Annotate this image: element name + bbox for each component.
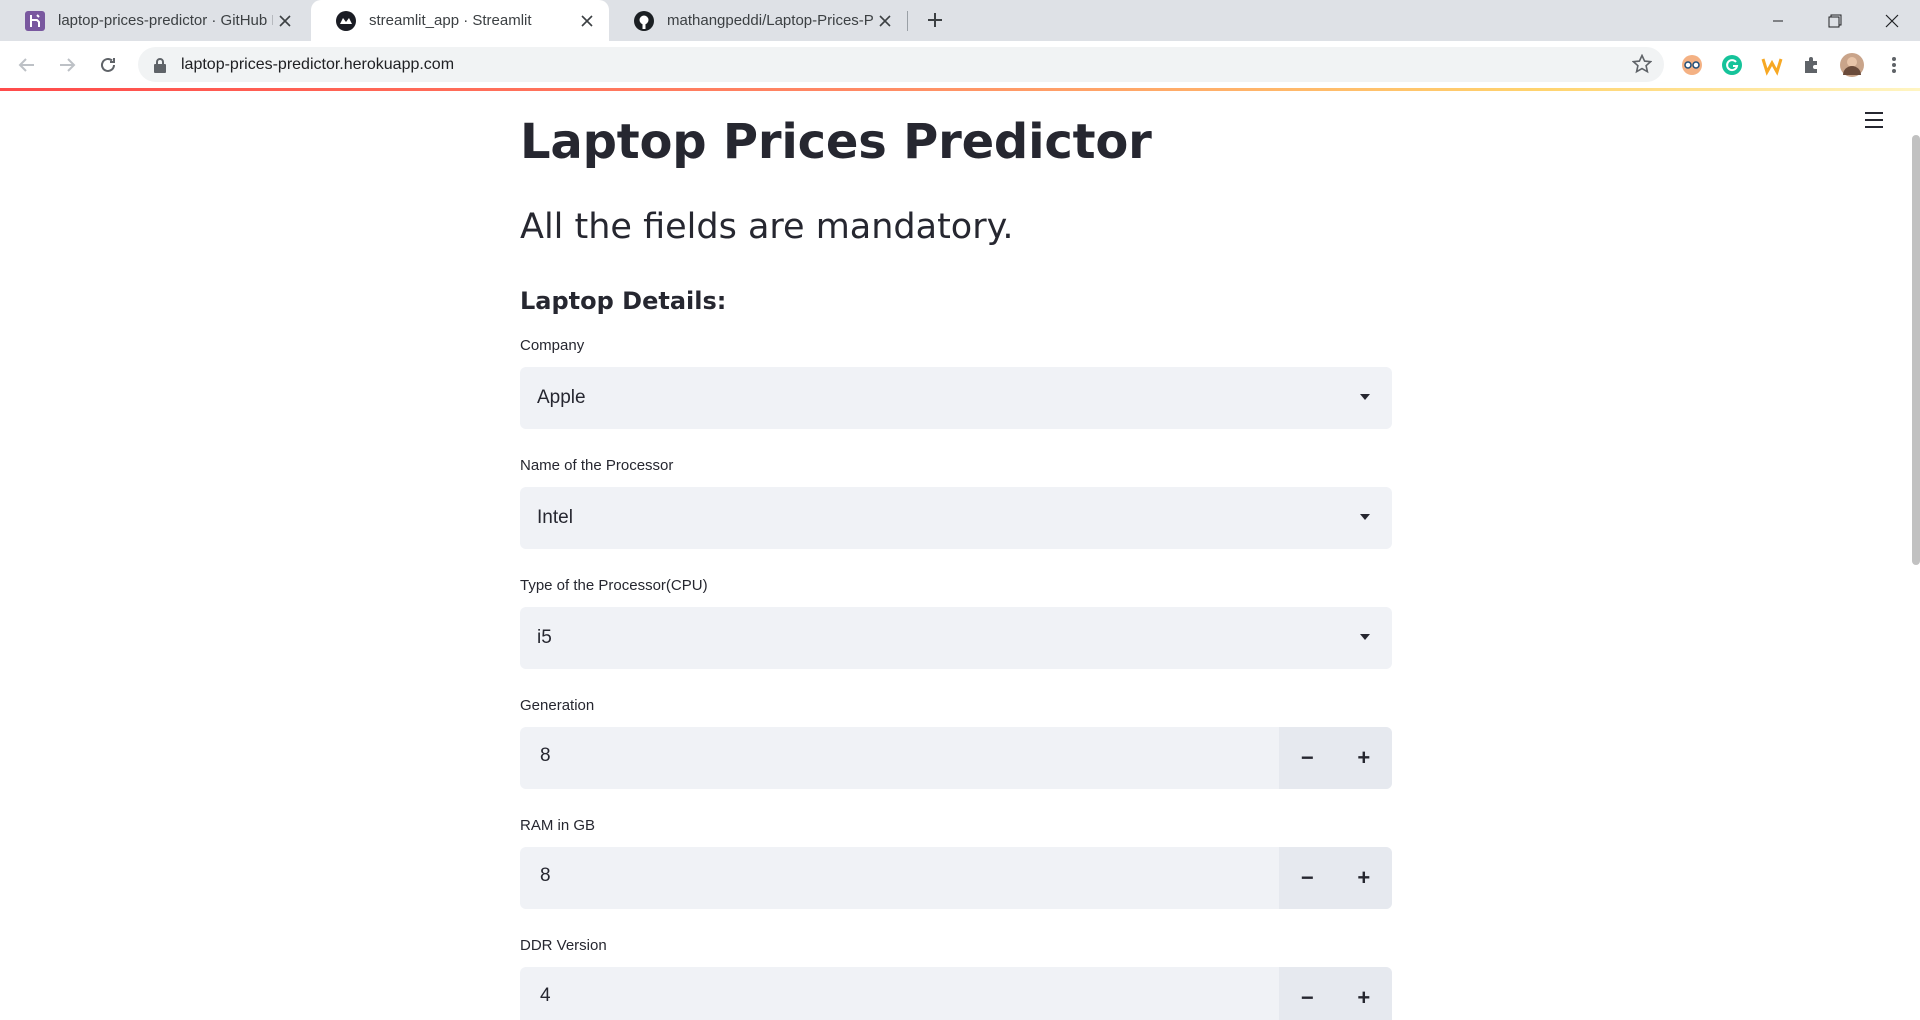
stepper: − + [1279, 847, 1392, 909]
main-menu-button[interactable] [1864, 111, 1884, 129]
heroku-icon [25, 10, 45, 31]
close-icon[interactable] [575, 9, 599, 33]
chevron-down-icon [1360, 634, 1370, 640]
company-select[interactable]: Apple [520, 367, 1392, 429]
plus-icon [928, 13, 942, 27]
generation-number-input[interactable]: 8 − + [520, 727, 1392, 789]
stepper: − + [1279, 727, 1392, 789]
reload-button[interactable] [94, 51, 122, 79]
number-value[interactable]: 4 [540, 985, 551, 1007]
browser-tabstrip: laptop-prices-predictor · GitHub I strea… [0, 0, 1920, 41]
decrement-button[interactable]: − [1279, 967, 1336, 1020]
increment-button[interactable]: + [1336, 967, 1393, 1020]
grammarly-extension-icon [1722, 55, 1742, 75]
github-icon [634, 10, 654, 31]
window-controls [1749, 0, 1920, 41]
page-scrollbar[interactable] [1912, 91, 1920, 1020]
minimize-icon [1772, 20, 1783, 21]
minimize-button[interactable] [1749, 0, 1806, 41]
extension-icon[interactable] [1760, 53, 1784, 77]
forward-button[interactable] [53, 51, 81, 79]
section-heading: Laptop Details: [520, 287, 727, 315]
tab-title: mathangpeddi/Laptop-Prices-Pre [667, 12, 873, 29]
processor-type-select[interactable]: i5 [520, 607, 1392, 669]
generation-label: Generation [520, 697, 595, 714]
close-window-button[interactable] [1863, 0, 1920, 41]
arrow-right-icon [60, 58, 76, 72]
glasses-extension-icon [1682, 55, 1702, 75]
extensions-button[interactable] [1800, 53, 1824, 77]
hamburger-icon [1865, 112, 1883, 128]
decrement-button[interactable]: − [1279, 727, 1336, 789]
new-tab-button[interactable] [920, 5, 950, 35]
select-value: Apple [537, 387, 586, 408]
number-value[interactable]: 8 [540, 865, 551, 887]
arrow-left-icon [18, 58, 34, 72]
scrollbar-thumb[interactable] [1912, 135, 1920, 565]
ram-label: RAM in GB [520, 817, 596, 834]
browser-tab[interactable]: laptop-prices-predictor · GitHub I [0, 0, 307, 41]
restore-button[interactable] [1806, 0, 1863, 41]
tab-title: laptop-prices-predictor · GitHub I [58, 12, 273, 29]
address-bar[interactable]: laptop-prices-predictor.herokuapp.com [138, 47, 1664, 82]
chevron-down-icon [1360, 514, 1370, 520]
lock-icon [154, 57, 166, 73]
browser-menu-button[interactable] [1882, 53, 1906, 77]
puzzle-icon [1805, 57, 1817, 73]
number-value[interactable]: 8 [540, 745, 551, 767]
select-value: i5 [537, 627, 552, 648]
avatar-icon [1840, 53, 1864, 77]
reload-icon [101, 57, 115, 72]
browser-tab[interactable]: mathangpeddi/Laptop-Prices-Pre [609, 0, 907, 41]
tab-title: streamlit_app · Streamlit [369, 12, 532, 29]
back-button[interactable] [13, 51, 41, 79]
streamlit-icon [336, 10, 356, 31]
ram-number-input[interactable]: 8 − + [520, 847, 1392, 909]
increment-button[interactable]: + [1336, 727, 1393, 789]
close-icon[interactable] [873, 9, 897, 33]
processor-name-select[interactable]: Intel [520, 487, 1392, 549]
extension-icon[interactable] [1680, 53, 1704, 77]
url-text: laptop-prices-predictor.herokuapp.com [181, 55, 455, 73]
stepper: − + [1279, 967, 1392, 1020]
close-icon [1885, 14, 1898, 27]
increment-button[interactable]: + [1336, 847, 1393, 909]
chevron-down-icon [1360, 394, 1370, 400]
browser-toolbar: laptop-prices-predictor.herokuapp.com [0, 41, 1920, 88]
ddr-label: DDR Version [520, 937, 607, 954]
close-icon[interactable] [273, 9, 297, 33]
processor-name-label: Name of the Processor [520, 457, 674, 474]
select-value: Intel [537, 507, 573, 528]
w-extension-icon [1761, 58, 1783, 76]
more-vert-icon [1892, 57, 1896, 73]
grammarly-icon[interactable] [1720, 53, 1744, 77]
browser-tab-active[interactable]: streamlit_app · Streamlit [311, 0, 609, 41]
decrement-button[interactable]: − [1279, 847, 1336, 909]
company-label: Company [520, 337, 585, 354]
restore-icon [1828, 14, 1841, 27]
star-icon[interactable] [1632, 54, 1652, 74]
tab-separator [907, 11, 908, 31]
page-viewport: Laptop Prices Predictor All the fields a… [0, 91, 1920, 1020]
profile-avatar[interactable] [1840, 53, 1864, 77]
ddr-number-input[interactable]: 4 − + [520, 967, 1392, 1020]
page-subtitle: All the fields are mandatory. [520, 207, 1014, 247]
processor-type-label: Type of the Processor(CPU) [520, 577, 708, 594]
page-title: Laptop Prices Predictor [520, 114, 1152, 170]
